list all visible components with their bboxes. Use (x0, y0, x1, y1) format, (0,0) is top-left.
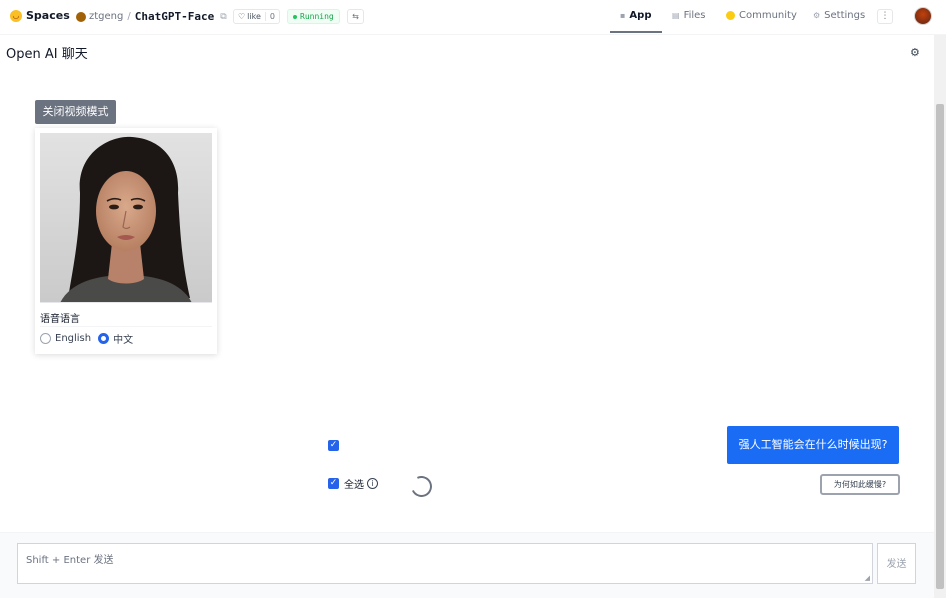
voice-language-label: 语音语言 (40, 314, 80, 325)
user-avatar[interactable] (914, 7, 932, 25)
avatar-card: 语音语言 English 中文 (35, 128, 217, 354)
radio-chinese[interactable] (98, 333, 110, 344)
select-all-label[interactable]: 全选 (344, 476, 364, 491)
options-button[interactable]: ⇆ (347, 9, 364, 24)
tab-app[interactable]: ▪ App (620, 10, 651, 21)
hugging-face-icon: ◡ (10, 9, 22, 22)
tab-settings[interactable]: ⚙ Settings (813, 10, 865, 21)
select-all-checkbox[interactable]: ✓ (328, 478, 339, 489)
files-icon: ▤ (672, 11, 680, 20)
language-radio-group: English 中文 (40, 331, 133, 346)
tab-community-label: Community (739, 10, 797, 21)
loading-spinner-icon (408, 473, 435, 500)
owner-link[interactable]: ztgeng (89, 11, 123, 22)
radio-english-label[interactable]: English (55, 333, 91, 344)
tab-app-label: App (629, 10, 652, 21)
header-divider (0, 34, 946, 35)
resize-handle-icon[interactable]: ◢ (865, 574, 870, 582)
community-icon (726, 11, 735, 20)
radio-chinese-label[interactable]: 中文 (113, 331, 133, 346)
radio-english[interactable] (40, 333, 51, 344)
scrollbar-thumb[interactable] (936, 104, 944, 589)
spaces-logo[interactable]: ◡ Spaces (10, 9, 70, 22)
avatar-portrait (40, 133, 212, 303)
status-label: Running (300, 12, 334, 21)
tab-files-label: Files (683, 10, 706, 21)
message-checkbox[interactable]: ✓ (328, 440, 339, 451)
tab-files[interactable]: ▤ Files (672, 10, 706, 21)
breadcrumb: ztgeng / ChatGPT-Face ⧉ (76, 10, 227, 23)
gear-icon[interactable]: ⚙ (910, 46, 920, 59)
why-slow-button[interactable]: 为何如此缓慢? (820, 474, 900, 495)
woman-portrait-image (40, 133, 212, 302)
video-mode-toggle-button[interactable]: 关闭视频模式 (35, 100, 116, 124)
user-chat-message: 强人工智能会在什么时候出现? (727, 426, 899, 464)
more-menu-button[interactable]: ⋮ (877, 9, 893, 24)
status-dot-icon (293, 14, 297, 19)
copy-icon[interactable]: ⧉ (220, 12, 226, 22)
send-button[interactable]: 发送 (877, 543, 916, 584)
select-all: 全选 i (344, 476, 378, 491)
owner-avatar-icon (76, 11, 86, 22)
tab-settings-label: Settings (824, 10, 866, 21)
heart-icon: ♡ (238, 12, 246, 21)
top-bar: ◡ Spaces ztgeng / ChatGPT-Face ⧉ ♡ like … (0, 0, 946, 34)
like-button[interactable]: ♡ like 0 (233, 9, 280, 24)
page-title: Open AI 聊天 (6, 47, 88, 62)
like-count: 0 (264, 12, 279, 21)
info-icon[interactable]: i (367, 478, 378, 489)
active-tab-indicator (610, 31, 662, 33)
logo-label: Spaces (26, 9, 70, 22)
status-badge: Running (287, 9, 340, 24)
tab-community[interactable]: Community (726, 10, 797, 21)
settings-icon: ⚙ (813, 11, 821, 20)
breadcrumb-separator: / (127, 11, 131, 22)
message-input[interactable]: Shift + Enter 发送 ◢ (17, 543, 873, 584)
like-button-content: ♡ like (234, 12, 265, 21)
app-icon: ▪ (620, 11, 626, 20)
like-label: like (247, 12, 261, 21)
message-input-placeholder: Shift + Enter 发送 (26, 555, 114, 566)
divider (40, 326, 212, 327)
repo-link[interactable]: ChatGPT-Face (135, 10, 214, 23)
